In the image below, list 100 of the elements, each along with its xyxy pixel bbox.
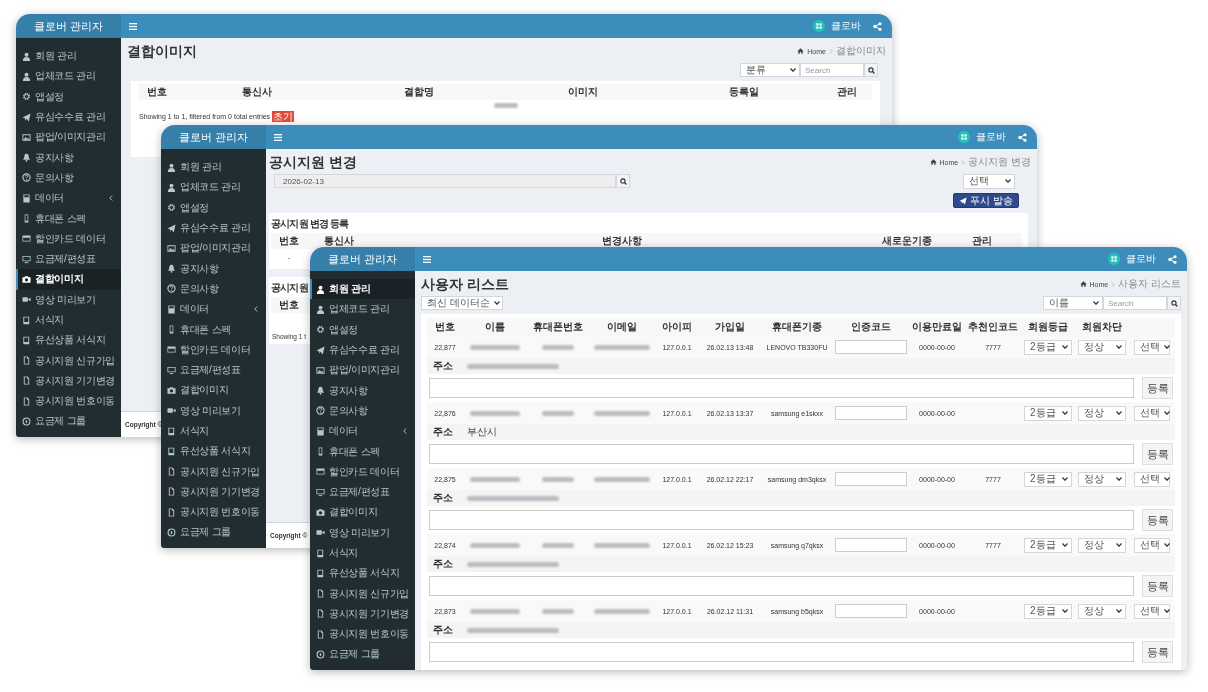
sidebar-item[interactable]: 데이터 bbox=[161, 299, 266, 320]
sidebar-item[interactable]: 영상 미리보기 bbox=[161, 400, 266, 421]
sidebar-item[interactable]: 팝업/이미지관리 bbox=[310, 360, 415, 381]
register-button[interactable]: 등록 bbox=[1142, 509, 1173, 531]
memo-field[interactable] bbox=[429, 444, 1134, 464]
action-select[interactable]: 선택 bbox=[1134, 405, 1170, 421]
sidebar-item[interactable]: 데이터 bbox=[16, 188, 121, 209]
sidebar-item[interactable]: 요금제/편성표 bbox=[161, 359, 266, 381]
sidebar-item[interactable]: 회원 관리 bbox=[16, 46, 121, 67]
sidebar-item[interactable]: 영상 미리보기 bbox=[310, 522, 415, 543]
sidebar-item[interactable]: 앱설정 bbox=[16, 86, 121, 107]
sidebar-item[interactable]: 영상 미리보기 bbox=[16, 289, 121, 310]
sidebar-item[interactable]: 유심수수료 관리 bbox=[16, 106, 121, 128]
sidebar-item[interactable]: 유선상품 서식지 bbox=[310, 563, 415, 584]
grade-select[interactable]: 2등급 bbox=[1024, 339, 1072, 355]
auth-code-field[interactable] bbox=[835, 340, 907, 354]
register-button[interactable]: 등록 bbox=[1142, 377, 1173, 399]
memo-field[interactable] bbox=[429, 378, 1134, 398]
sidebar-item[interactable]: 공시지원 번호이동 bbox=[310, 624, 415, 645]
sidebar-item[interactable]: 데이터 bbox=[310, 421, 415, 442]
register-button[interactable]: 등록 bbox=[1142, 575, 1173, 597]
sidebar-item[interactable]: 문의사항 bbox=[310, 400, 415, 422]
sidebar-item[interactable]: 유심수수료 관리 bbox=[161, 217, 266, 239]
category-select[interactable]: 분류 bbox=[740, 63, 800, 77]
sidebar-item[interactable]: 유심수수료 관리 bbox=[310, 339, 415, 361]
sidebar-item[interactable]: 유선상품 서식지 bbox=[16, 330, 121, 351]
action-select[interactable]: 선택 bbox=[1134, 339, 1170, 355]
sidebar-item[interactable]: 서식지 bbox=[310, 542, 415, 564]
date-field[interactable]: 2026-02-13 bbox=[274, 174, 616, 188]
search-button[interactable] bbox=[616, 174, 630, 188]
sidebar-item[interactable]: 공시지원 기기변경 bbox=[16, 370, 121, 392]
memo-field[interactable] bbox=[429, 642, 1134, 662]
status-select[interactable]: 정상 bbox=[1078, 537, 1126, 553]
memo-field[interactable] bbox=[429, 576, 1134, 596]
sidebar-item[interactable]: 앱설정 bbox=[310, 319, 415, 340]
memo-field[interactable] bbox=[429, 510, 1134, 530]
grade-select[interactable]: 2등급 bbox=[1024, 537, 1072, 553]
push-send-button[interactable]: 푸시 발송 bbox=[953, 193, 1019, 208]
option-select[interactable]: 선택 bbox=[963, 173, 1015, 189]
auth-code-field[interactable] bbox=[835, 406, 907, 420]
sidebar-item[interactable]: 공지사항 bbox=[161, 258, 266, 279]
action-select[interactable]: 선택 bbox=[1134, 471, 1170, 487]
search-button[interactable] bbox=[864, 63, 878, 77]
sidebar-item[interactable]: 업체코드 관리 bbox=[16, 66, 121, 87]
status-select[interactable]: 정상 bbox=[1078, 471, 1126, 487]
user-name[interactable]: 클로바 bbox=[831, 19, 861, 33]
sidebar-item[interactable]: 공시지원 번호이동 bbox=[161, 502, 266, 523]
sidebar-item[interactable]: 공시지원 신규가입 bbox=[310, 583, 415, 604]
sidebar-item[interactable]: 결합이미지 bbox=[16, 269, 121, 290]
sidebar-item[interactable]: 공시지원 번호이동 bbox=[16, 391, 121, 412]
sidebar-item[interactable]: 문의사항 bbox=[16, 167, 121, 189]
sidebar-item[interactable]: 공시지원 기기변경 bbox=[310, 603, 415, 625]
sidebar-item[interactable]: 요금제 그룹 bbox=[310, 644, 415, 665]
sidebar-item[interactable]: 유선상품 서식지 bbox=[161, 441, 266, 462]
sidebar-item[interactable]: 회원 관리 bbox=[310, 279, 415, 300]
sidebar-item[interactable]: 결합이미지 bbox=[161, 380, 266, 401]
sidebar-item[interactable]: 팝업/이미지관리 bbox=[16, 127, 121, 148]
share-icon[interactable] bbox=[1168, 254, 1177, 264]
sidebar-item[interactable]: 업체코드 관리 bbox=[310, 299, 415, 320]
sidebar-item[interactable]: 서식지 bbox=[161, 420, 266, 442]
sort-select[interactable]: 최신 데이터순 bbox=[421, 296, 503, 310]
status-select[interactable]: 정상 bbox=[1078, 603, 1126, 619]
sidebar-item[interactable]: 휴대폰 스펙 bbox=[161, 319, 266, 340]
auth-code-field[interactable] bbox=[835, 472, 907, 486]
search-field[interactable]: Search bbox=[800, 63, 864, 77]
sidebar-item[interactable]: 공지사항 bbox=[310, 380, 415, 401]
sidebar-item[interactable]: 공시지원 기기변경 bbox=[161, 481, 266, 503]
sidebar-item[interactable]: 할인카드 데이터 bbox=[310, 461, 415, 482]
sidebar-item[interactable]: 결합이미지 bbox=[310, 502, 415, 523]
grade-select[interactable]: 2등급 bbox=[1024, 405, 1072, 421]
share-icon[interactable] bbox=[1018, 132, 1027, 142]
sidebar-item[interactable]: 앱설정 bbox=[161, 197, 266, 218]
sidebar-item[interactable]: 할인카드 데이터 bbox=[161, 339, 266, 360]
grade-select[interactable]: 2등급 bbox=[1024, 471, 1072, 487]
auth-code-field[interactable] bbox=[835, 604, 907, 618]
sidebar-item[interactable]: 서식지 bbox=[16, 309, 121, 331]
sidebar-item[interactable]: 공시지원 신규가입 bbox=[161, 461, 266, 482]
sidebar-item[interactable]: 공시지원 신규가입 bbox=[16, 350, 121, 371]
sidebar-item[interactable]: 요금제/편성표 bbox=[310, 481, 415, 503]
user-name[interactable]: 클로바 bbox=[976, 130, 1006, 144]
register-button[interactable]: 등록 bbox=[1142, 443, 1173, 465]
user-name[interactable]: 클로바 bbox=[1126, 252, 1156, 266]
sidebar-item[interactable]: 문의사항 bbox=[161, 278, 266, 300]
menu-icon[interactable] bbox=[274, 133, 282, 141]
sidebar-item[interactable]: 휴대폰 스펙 bbox=[16, 208, 121, 229]
sidebar-item[interactable]: 팝업/이미지관리 bbox=[161, 238, 266, 259]
status-select[interactable]: 정상 bbox=[1078, 405, 1126, 421]
grade-select[interactable]: 2등급 bbox=[1024, 603, 1072, 619]
sidebar-item[interactable]: 요금제 그룹 bbox=[161, 522, 266, 543]
sidebar-item[interactable]: 공지사항 bbox=[16, 147, 121, 168]
sidebar-item[interactable]: 회원 관리 bbox=[161, 157, 266, 178]
sidebar-item[interactable]: 요금제/편성표 bbox=[16, 248, 121, 270]
menu-icon[interactable] bbox=[129, 22, 137, 30]
auth-code-field[interactable] bbox=[835, 538, 907, 552]
sidebar-item[interactable]: 요금제 그룹 bbox=[16, 411, 121, 432]
register-button[interactable]: 등록 bbox=[1142, 641, 1173, 663]
sidebar-item[interactable]: 업체코드 관리 bbox=[161, 177, 266, 198]
status-select[interactable]: 정상 bbox=[1078, 339, 1126, 355]
search-button[interactable] bbox=[1167, 296, 1181, 310]
search-field[interactable]: Search bbox=[1103, 296, 1167, 310]
